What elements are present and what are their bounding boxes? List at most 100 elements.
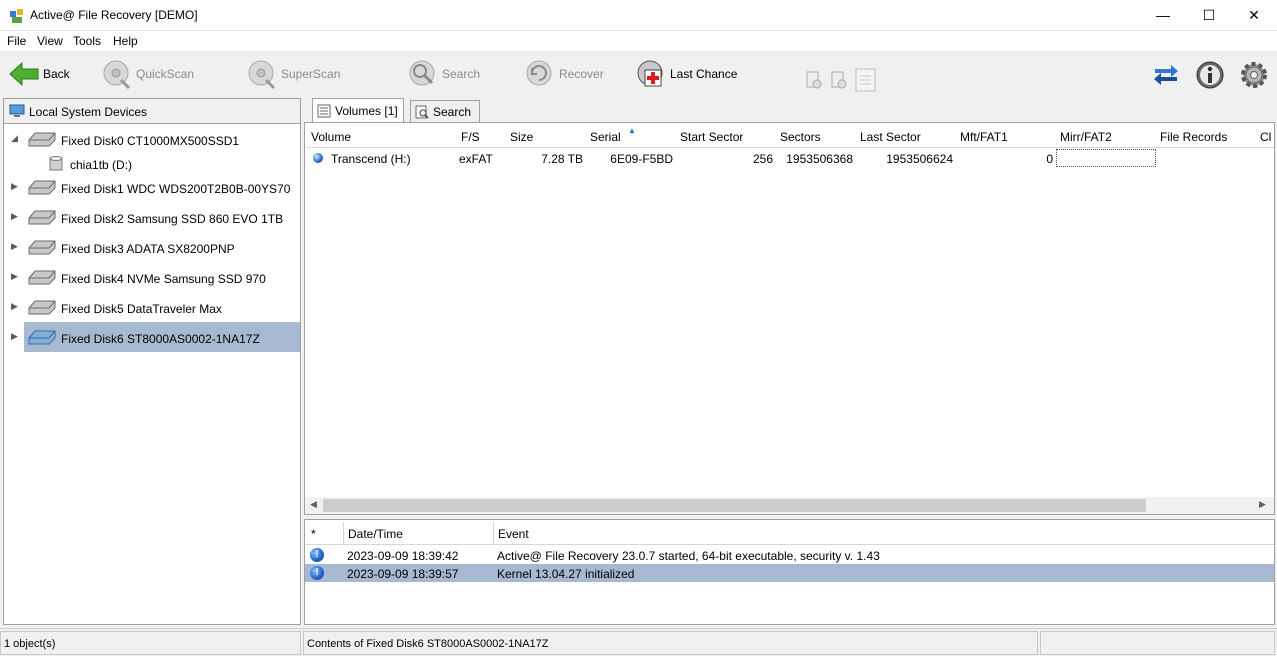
menu-tools[interactable]: Tools xyxy=(73,34,101,48)
back-arrow-icon xyxy=(9,61,39,87)
hard-disk-icon xyxy=(28,300,56,315)
toolbar: Back QuickScan SuperScan Search Recover … xyxy=(0,51,1277,97)
tree-item-disk6[interactable]: ▶ Fixed Disk6 ST8000AS0002-1NA17Z xyxy=(4,322,300,352)
computer-icon xyxy=(9,104,25,117)
column-header-mft-fat1[interactable]: Mft/FAT1 xyxy=(955,125,1056,148)
cell-size: 7.28 TB xyxy=(541,152,583,166)
column-header-cl[interactable]: Cl xyxy=(1255,125,1274,148)
status-bar: 1 object(s) Contents of Fixed Disk6 ST80… xyxy=(0,628,1277,656)
event-log-panel: * Date/Time Event ! 2023-09-09 18:39:42 … xyxy=(304,519,1275,625)
last-chance-button[interactable]: Last Chance xyxy=(635,57,737,91)
superscan-button[interactable]: SuperScan xyxy=(246,57,340,91)
search-icon xyxy=(409,60,435,86)
table-row[interactable]: Transcend (H:) exFAT 7.28 TB 6E09-F5BD 2… xyxy=(305,149,1274,167)
menu-bar: File View Tools Help xyxy=(0,31,1277,51)
gear-icon[interactable] xyxy=(1239,60,1269,90)
menu-view[interactable]: View xyxy=(37,34,63,48)
hard-disk-icon xyxy=(28,270,56,285)
hard-disk-icon xyxy=(28,210,56,225)
superscan-icon xyxy=(248,60,276,90)
expand-arrow-icon[interactable]: ▶ xyxy=(11,241,18,252)
verify-file-icon[interactable] xyxy=(805,71,823,89)
expand-arrow-icon[interactable]: ▶ xyxy=(11,181,18,192)
cell-fs: exFAT xyxy=(459,152,493,166)
hard-disk-icon xyxy=(28,132,56,147)
volume-status-icon xyxy=(313,153,323,163)
menu-help[interactable]: Help xyxy=(113,34,138,48)
expand-arrow-icon[interactable]: ▶ xyxy=(11,331,18,342)
log-datetime: 2023-09-09 18:39:42 xyxy=(347,549,459,563)
hard-disk-icon xyxy=(28,240,56,255)
maximize-button[interactable]: ☐ xyxy=(1186,0,1232,31)
device-tree-header: Local System Devices xyxy=(4,99,300,124)
hard-disk-icon xyxy=(28,330,56,345)
close-button[interactable]: ✕ xyxy=(1231,0,1277,31)
column-header-file-records[interactable]: File Records xyxy=(1155,125,1256,148)
tree-item-disk2[interactable]: ▶ Fixed Disk2 Samsung SSD 860 EVO 1TB xyxy=(4,202,300,232)
swap-arrows-icon[interactable] xyxy=(1151,60,1181,90)
expand-arrow-icon[interactable]: ▶ xyxy=(11,271,18,282)
window-title: Active@ File Recovery [DEMO] xyxy=(30,8,198,22)
log-column-event[interactable]: Event xyxy=(493,522,1274,545)
scroll-left-arrow-icon[interactable]: ◀ xyxy=(310,499,317,510)
scrollbar-thumb[interactable] xyxy=(323,499,1146,512)
column-header-size[interactable]: Size xyxy=(505,125,586,148)
tab-search[interactable]: Search xyxy=(410,100,480,122)
status-object-count: 1 object(s) xyxy=(0,631,301,655)
title-bar: Active@ File Recovery [DEMO] — ☐ ✕ xyxy=(0,0,1277,31)
volumes-list-icon xyxy=(317,104,331,118)
log-row[interactable]: ! 2023-09-09 18:39:42 Active@ File Recov… xyxy=(305,546,1274,564)
tree-item-disk1[interactable]: ▶ Fixed Disk1 WDC WDS200T2B0B-00YS70 xyxy=(4,172,300,202)
column-header-fs[interactable]: F/S xyxy=(456,125,506,148)
recover-button[interactable]: Recover xyxy=(524,57,604,91)
log-row[interactable]: ! 2023-09-09 18:39:57 Kernel 13.04.27 in… xyxy=(305,564,1274,582)
app-icon xyxy=(10,9,23,23)
column-header-volume[interactable]: Volume xyxy=(306,125,457,148)
minimize-button[interactable]: — xyxy=(1140,0,1186,31)
horizontal-scrollbar[interactable]: ◀ ▶ xyxy=(305,497,1274,514)
menu-file[interactable]: File xyxy=(7,34,26,48)
delete-file-icon[interactable] xyxy=(830,71,848,89)
info-icon[interactable] xyxy=(1195,60,1225,90)
document-icon[interactable] xyxy=(855,68,876,92)
quickscan-button[interactable]: QuickScan xyxy=(101,57,194,91)
log-datetime: 2023-09-09 18:39:57 xyxy=(347,567,459,581)
column-header-start-sector[interactable]: Start Sector xyxy=(675,125,776,148)
back-button[interactable]: Back xyxy=(8,57,70,91)
tree-item-disk5[interactable]: ▶ Fixed Disk5 DataTraveler Max xyxy=(4,292,300,322)
log-column-star[interactable]: * xyxy=(306,522,344,545)
tree-item-disk3[interactable]: ▶ Fixed Disk3 ADATA SX8200PNP xyxy=(4,232,300,262)
volumes-table: Volume F/S Size Serial ▲ Start Sector Se… xyxy=(304,122,1275,515)
tree-item-disk4[interactable]: ▶ Fixed Disk4 NVMe Samsung SSD 970 xyxy=(4,262,300,292)
cell-volume: Transcend (H:) xyxy=(331,152,411,166)
log-event: Active@ File Recovery 23.0.7 started, 64… xyxy=(497,549,880,563)
tree-item-disk0[interactable]: ◢ Fixed Disk0 CT1000MX500SSD1 xyxy=(4,124,300,154)
tab-strip: Volumes [1] Search xyxy=(304,98,1275,123)
log-event: Kernel 13.04.27 initialized xyxy=(497,567,635,581)
quickscan-icon xyxy=(103,60,131,90)
column-header-last-sector[interactable]: Last Sector xyxy=(855,125,956,148)
cell-sectors: 1953506368 xyxy=(786,152,853,166)
log-column-datetime[interactable]: Date/Time xyxy=(343,522,494,545)
info-icon: ! xyxy=(310,566,324,580)
expand-arrow-icon[interactable]: ▶ xyxy=(11,301,18,312)
cell-mirr-fat2-focused[interactable] xyxy=(1056,149,1156,167)
hard-disk-icon xyxy=(28,180,56,195)
cell-serial: 6E09-F5BD xyxy=(610,152,673,166)
recover-icon xyxy=(526,60,552,86)
expand-arrow-icon[interactable]: ▶ xyxy=(11,211,18,222)
collapse-arrow-icon[interactable]: ◢ xyxy=(11,133,18,144)
scroll-right-arrow-icon[interactable]: ▶ xyxy=(1259,499,1266,510)
cell-start-sector: 256 xyxy=(752,152,773,166)
search-button[interactable]: Search xyxy=(407,57,480,91)
cell-mft-fat1: 0 xyxy=(1046,152,1053,166)
volume-cylinder-icon xyxy=(49,156,63,171)
device-tree-panel: Local System Devices ◢ Fixed Disk0 CT100… xyxy=(3,98,301,625)
first-aid-disk-icon xyxy=(637,60,663,87)
status-contents: Contents of Fixed Disk6 ST8000AS0002-1NA… xyxy=(303,631,1038,655)
info-icon: ! xyxy=(310,548,324,562)
column-header-mirr-fat2[interactable]: Mirr/FAT2 xyxy=(1055,125,1156,148)
column-header-sectors[interactable]: Sectors xyxy=(775,125,856,148)
sort-ascending-icon: ▲ xyxy=(628,126,636,135)
tab-volumes[interactable]: Volumes [1] xyxy=(312,98,404,123)
